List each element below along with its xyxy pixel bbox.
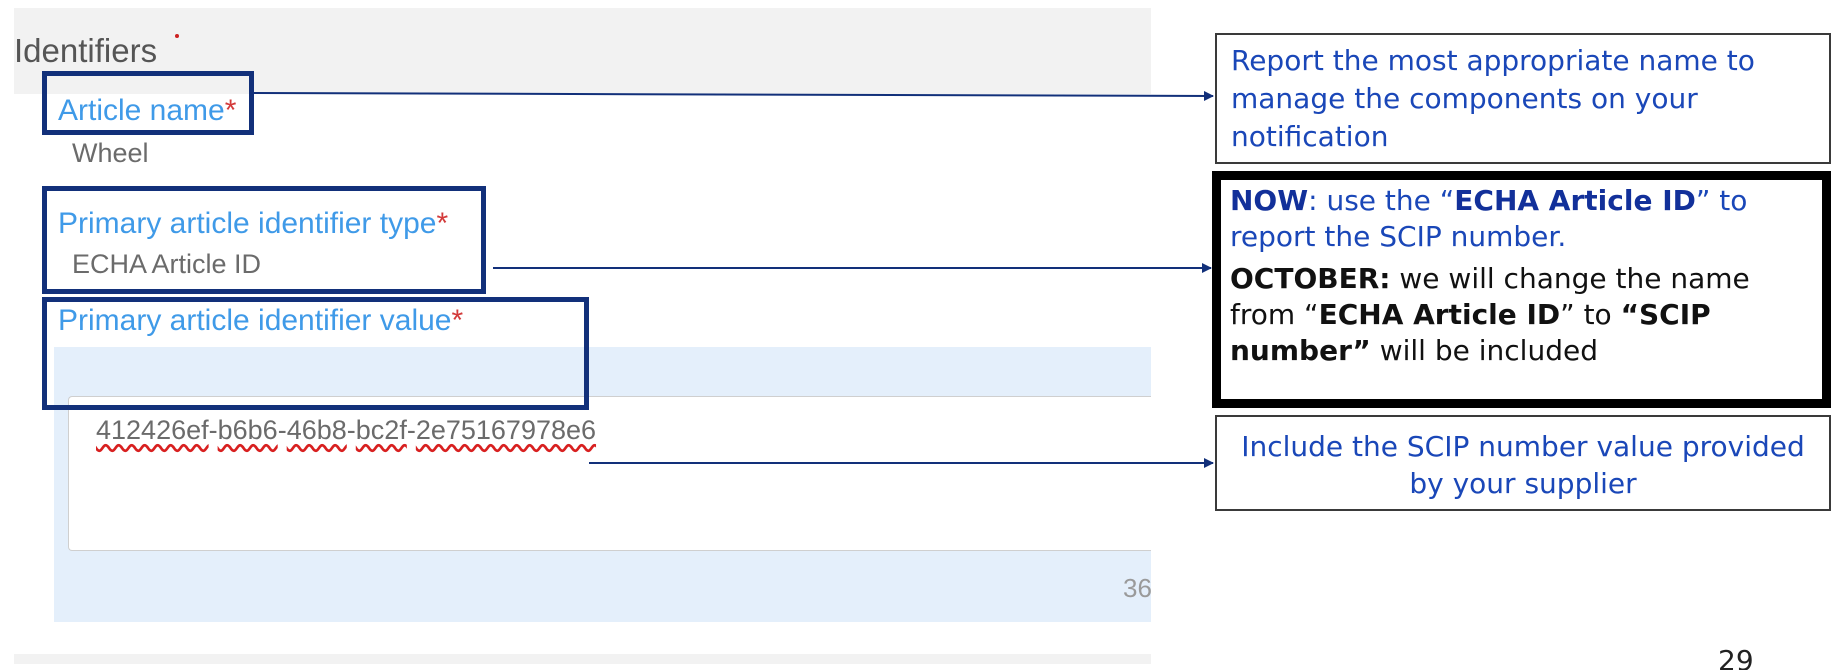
page-number: 29	[1718, 644, 1754, 670]
callout-identifier-type: NOW: use the “ECHA Article ID” to report…	[1212, 171, 1831, 408]
arrow-article-name	[253, 90, 1214, 101]
october-keyword: OCTOBER:	[1230, 262, 1391, 295]
october-text-mid: ” to	[1560, 298, 1621, 331]
callout-identifier-value: Include the SCIP number value provided b…	[1215, 415, 1831, 511]
now-bold-term: ECHA Article ID	[1454, 184, 1696, 217]
callout-article-name: Report the most appropriate name to mana…	[1215, 33, 1831, 164]
october-text-end: will be included	[1370, 334, 1598, 367]
now-text: : use the “	[1308, 184, 1455, 217]
callout-now-paragraph: NOW: use the “ECHA Article ID” to report…	[1230, 183, 1813, 255]
now-keyword: NOW	[1230, 184, 1309, 217]
callout-october-paragraph: OCTOBER: we will change the name from “E…	[1230, 261, 1813, 369]
october-bold-term: ECHA Article ID	[1318, 298, 1561, 331]
